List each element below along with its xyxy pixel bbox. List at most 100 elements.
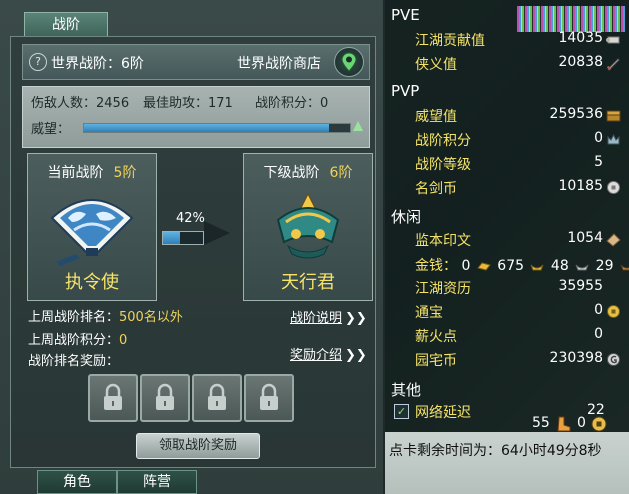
rank-panel: 战阶 ? 世界战阶：6阶 世界战阶商店 伤敌人数：2456 最佳助攻：171 战… bbox=[0, 0, 385, 494]
tab-character[interactable]: 角色 bbox=[37, 470, 117, 494]
coin-icon bbox=[607, 305, 620, 318]
rank-reward-label: 战阶排名奖励： bbox=[28, 354, 120, 369]
leisure-row-value: 0 bbox=[594, 302, 603, 318]
claim-rank-reward-button[interactable]: 领取战阶奖励 bbox=[136, 433, 260, 459]
last-week-rank-line: 上周战阶排名：500名以外 bbox=[28, 306, 183, 325]
current-rank-box: 当前战阶 5阶 执令使 bbox=[27, 153, 157, 301]
last-week-points-label: 上周战阶积分： bbox=[28, 333, 120, 348]
pve-row-value: 20838 bbox=[558, 54, 603, 70]
rank-description-label[interactable]: 战阶说明 bbox=[290, 311, 342, 326]
reward-slot-3[interactable] bbox=[192, 374, 242, 422]
leisure-row-value: 230398 bbox=[549, 350, 603, 366]
next-rank-level: 6阶 bbox=[329, 165, 353, 181]
battle-stats-box: 伤敌人数：2456 最佳助攻：171 战阶积分：0 威望： bbox=[22, 86, 370, 148]
pvp-row: 名剑币 10185 bbox=[415, 178, 621, 198]
lock-icon bbox=[260, 383, 278, 410]
leisure-row-value: 0 bbox=[594, 326, 603, 342]
pve-row-label: 江湖贡献值 bbox=[415, 33, 485, 49]
prestige-marker-icon bbox=[353, 121, 363, 131]
current-rank-name: 执令使 bbox=[65, 272, 119, 293]
pve-row-value: 14035 bbox=[558, 30, 603, 46]
money-silver-value: 48 bbox=[550, 258, 569, 274]
leisure-row-label: 监本印文 bbox=[415, 233, 471, 249]
pvp-row-value: 5 bbox=[594, 154, 603, 170]
last-week-points-line: 上周战阶积分：0 bbox=[28, 329, 127, 348]
reward-slot-4[interactable] bbox=[244, 374, 294, 422]
silver-ingot-icon bbox=[575, 264, 589, 271]
coin-icon bbox=[607, 181, 620, 194]
world-rank-shop-label[interactable]: 世界战阶商店 bbox=[237, 53, 321, 73]
money-gold-value: 675 bbox=[497, 258, 525, 274]
counter-a-value: 55 bbox=[532, 415, 550, 431]
help-icon[interactable]: ? bbox=[29, 53, 47, 71]
leisure-row: 通宝 0 bbox=[415, 302, 621, 322]
pve-row: 江湖贡献值 14035 bbox=[415, 30, 621, 50]
gold-ingot-icon bbox=[531, 264, 544, 271]
pvp-row-value: 259536 bbox=[549, 106, 603, 122]
latency-checkbox[interactable]: ✓ bbox=[394, 404, 409, 419]
last-week-rank-label: 上周战阶排名： bbox=[28, 310, 120, 325]
leisure-row: 监本印文 1054 bbox=[415, 230, 621, 250]
time-remaining-bar: 点卡剩余时间为：64小时49分8秒 bbox=[385, 432, 629, 494]
leisure-row: 薪火点 0 bbox=[415, 326, 621, 346]
prestige-label: 威望： bbox=[31, 122, 71, 137]
next-rank-name: 天行君 bbox=[281, 272, 335, 293]
next-rank-header: 下级战阶 bbox=[263, 165, 320, 181]
money-label: 金钱： bbox=[415, 258, 457, 274]
current-rank-header: 当前战阶 bbox=[47, 165, 104, 181]
pve-row: 侠义值 20838 bbox=[415, 54, 621, 74]
currency-panel: PVE 江湖贡献值 14035 侠义值 20838 PVP 威望值 259536… bbox=[385, 0, 629, 432]
chevron-right-icon: ❯❯ bbox=[345, 311, 367, 326]
kills-stat: 伤敌人数：2456 bbox=[31, 96, 130, 111]
pvp-row-value: 0 bbox=[594, 130, 603, 146]
money-line: 金钱： 0 675 48 29 bbox=[415, 255, 629, 275]
prestige-progress-bar bbox=[83, 123, 351, 133]
leisure-row: 园宅币 230398 bbox=[415, 350, 621, 370]
last-week-points-value: 0 bbox=[119, 333, 128, 348]
fan-icon bbox=[50, 199, 134, 266]
points-stat: 战阶积分：0 bbox=[255, 96, 329, 111]
world-rank-text: 世界战阶：6阶 bbox=[51, 56, 144, 72]
pve-row-label: 侠义值 bbox=[415, 57, 457, 73]
leisure-row-value: 1054 bbox=[567, 230, 603, 246]
lock-icon bbox=[156, 383, 174, 410]
pvp-row-label: 战阶积分 bbox=[415, 133, 471, 149]
rank-tab-title[interactable]: 战阶 bbox=[24, 12, 108, 37]
leisure-row-label: 园宅币 bbox=[415, 353, 457, 369]
reward-slot-1[interactable] bbox=[88, 374, 138, 422]
money-copper-value: 29 bbox=[595, 258, 614, 274]
leisure-row-value: 35955 bbox=[558, 278, 603, 294]
crown-icon bbox=[607, 133, 620, 145]
pvp-row-value: 10185 bbox=[558, 178, 603, 194]
lock-icon bbox=[104, 383, 122, 410]
rank-description-link[interactable]: 战阶说明 ❯❯ bbox=[290, 307, 367, 326]
sword-icon bbox=[606, 58, 620, 71]
reward-description-link[interactable]: 奖励介绍 ❯❯ bbox=[290, 344, 367, 363]
boot-icon bbox=[557, 416, 571, 432]
world-rank-row: ? 世界战阶：6阶 世界战阶商店 bbox=[22, 44, 370, 80]
crown-emblem-icon bbox=[276, 192, 340, 259]
current-rank-level: 5阶 bbox=[113, 165, 137, 181]
rank-progress-text: 42% bbox=[176, 211, 205, 226]
leisure-section-title: 休闲 bbox=[391, 208, 422, 226]
prestige-progress-fill bbox=[84, 124, 329, 132]
scroll-icon bbox=[606, 36, 620, 44]
pvp-row: 战阶积分 0 bbox=[415, 130, 621, 150]
reward-description-label[interactable]: 奖励介绍 bbox=[290, 348, 342, 363]
pvp-section-title: PVP bbox=[391, 82, 420, 100]
pve-section-title: PVE bbox=[391, 6, 420, 24]
gold-brick-icon bbox=[476, 262, 491, 271]
other-section-title: 其他 bbox=[391, 381, 422, 399]
counter-b-value: 0 bbox=[577, 415, 586, 431]
progress-arrow-icon bbox=[204, 221, 230, 245]
copper-ingot-icon bbox=[620, 264, 629, 271]
pvp-row-label: 战阶等级 bbox=[415, 157, 471, 173]
coin-icon bbox=[591, 416, 607, 432]
pvp-row: 战阶等级 5 bbox=[415, 154, 621, 174]
tab-camp[interactable]: 阵营 bbox=[117, 470, 197, 494]
reward-slot-2[interactable] bbox=[140, 374, 190, 422]
shop-location-icon[interactable] bbox=[334, 47, 364, 77]
leisure-row-label: 薪火点 bbox=[415, 329, 457, 345]
pvp-row-label: 威望值 bbox=[415, 109, 457, 125]
chest-icon bbox=[606, 110, 621, 122]
